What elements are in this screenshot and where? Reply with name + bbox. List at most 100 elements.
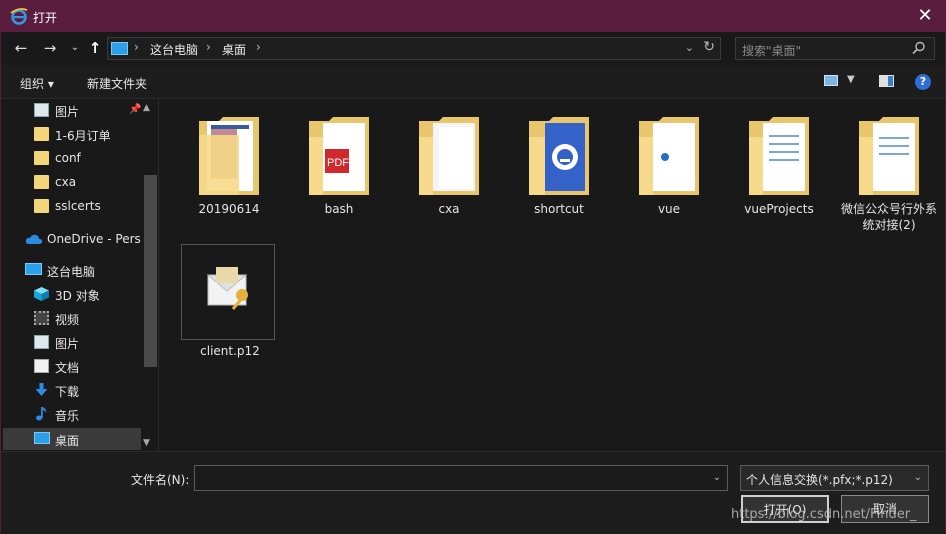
open-file-dialog: 打开 ✕ ← → ⌄ ↑ › 这台电脑 › 桌面 › ⌄ ↻ 搜索"桌面" 组织… (0, 0, 946, 534)
pin-icon[interactable]: 📌 (129, 104, 141, 115)
watermark-text: https://blog.csdn.net/Finder_ (731, 507, 917, 522)
refresh-icon[interactable]: ↻ (703, 39, 715, 55)
sidebar-item-label: cxa (55, 175, 77, 189)
forward-icon[interactable]: → (41, 39, 59, 57)
sidebar-item-label: 音乐 (55, 409, 80, 423)
search-box[interactable]: 搜索"桌面" (735, 37, 935, 60)
file-label: cxa (438, 202, 460, 216)
sidebar-item-label: OneDrive - Perso (47, 232, 141, 246)
breadcrumb-separator-icon[interactable]: › (134, 40, 139, 54)
sidebar-item-label: sslcerts (55, 199, 101, 213)
sidebar-item-cxa[interactable]: cxa (3, 171, 141, 193)
up-icon[interactable]: ↑ (86, 39, 104, 57)
sidebar-item-label: 1-6月订单 (55, 129, 111, 143)
address-dropdown-icon[interactable]: ⌄ (685, 41, 694, 54)
sidebar-scroll-up-icon[interactable]: ▲ (143, 103, 150, 113)
window-title: 打开 (33, 11, 58, 25)
close-icon[interactable]: ✕ (915, 5, 935, 27)
breadcrumb-this-pc[interactable]: 这台电脑 (150, 41, 198, 58)
filename-input[interactable]: ⌄ (194, 465, 728, 491)
sidebar-item-label: 3D 对象 (55, 289, 100, 303)
sidebar-item-orders[interactable]: 1-6月订单 (3, 123, 141, 145)
breadcrumb-separator-icon[interactable]: › (206, 40, 211, 54)
sidebar-item-label: 图片 (55, 337, 80, 351)
filename-label: 文件名(N): (131, 473, 190, 487)
folder-item-bash[interactable]: PDF bash (291, 115, 387, 225)
file-type-dropdown-icon[interactable]: ⌄ (914, 472, 922, 483)
search-icon[interactable] (912, 41, 926, 55)
new-folder-button[interactable]: 新建文件夹 (87, 75, 147, 92)
search-placeholder[interactable]: 搜索"桌面" (742, 42, 801, 59)
preview-pane-icon[interactable] (879, 75, 894, 87)
folder-icon (34, 151, 49, 165)
sidebar-item-label: 视频 (55, 313, 80, 327)
sidebar-item-label: 文档 (55, 361, 80, 375)
folder-with-file-icon (639, 117, 699, 195)
folder-icon (34, 199, 49, 213)
this-pc-icon (25, 263, 42, 275)
file-label: 20190614 (198, 202, 260, 216)
breadcrumb-separator-icon[interactable]: › (256, 40, 261, 54)
filename-dropdown-icon[interactable]: ⌄ (713, 472, 721, 483)
title-bar: 打开 ✕ (1, 1, 945, 32)
file-list: 20190614 PDF bash cxa shortcut vue vuePr… (161, 99, 945, 451)
videos-icon (34, 311, 49, 325)
sidebar-item-music[interactable]: 音乐 (3, 403, 141, 425)
sidebar-item-documents[interactable]: 文档 (3, 355, 141, 377)
sidebar-item-this-pc[interactable]: 这台电脑 (3, 259, 141, 281)
file-label: shortcut (534, 202, 584, 216)
breadcrumb-desktop[interactable]: 桌面 (222, 41, 246, 58)
folder-item-shortcut[interactable]: shortcut (511, 115, 607, 225)
folder-with-docs-icon (749, 117, 809, 195)
file-label: bash (324, 202, 354, 216)
help-icon[interactable]: ? (915, 74, 931, 90)
recent-locations-chevron-icon[interactable]: ⌄ (66, 39, 84, 57)
folder-item-vueprojects[interactable]: vueProjects (731, 115, 827, 225)
navigation-pane: 图片 📌 1-6月订单 conf cxa sslcerts OneDrive -… (1, 99, 159, 451)
sidebar-item-onedrive[interactable]: OneDrive - Perso (3, 228, 141, 250)
folder-with-docs-icon (859, 117, 919, 195)
pictures-icon (34, 335, 49, 349)
3d-objects-icon (34, 287, 49, 301)
folder-item-20190614[interactable]: 20190614 (181, 115, 277, 225)
command-toolbar: 组织 ▾ 新建文件夹 ▼ ? (1, 65, 945, 99)
folder-icon (34, 127, 49, 141)
navigation-bar: ← → ⌄ ↑ › 这台电脑 › 桌面 › ⌄ ↻ 搜索"桌面" (1, 32, 945, 65)
sidebar-item-pictures-quick[interactable]: 图片 📌 (3, 99, 141, 121)
sidebar-item-label: 下载 (55, 385, 80, 399)
sidebar-item-downloads[interactable]: 下载 (3, 379, 141, 401)
internet-explorer-icon (10, 8, 28, 25)
view-options-chevron-icon[interactable]: ▼ (847, 74, 855, 85)
folder-icon (419, 117, 479, 195)
folder-item-wechat[interactable]: 微信公众号行外系统对接(2) (841, 115, 937, 241)
change-view-icon[interactable] (824, 75, 838, 86)
folder-item-vue[interactable]: vue (621, 115, 717, 225)
sidebar-item-label: 图片 (55, 105, 80, 119)
sidebar-item-sslcerts[interactable]: sslcerts (3, 195, 141, 217)
pictures-icon (34, 103, 49, 117)
sidebar-item-desktop[interactable]: 桌面 (3, 428, 141, 450)
sidebar-scroll-down-icon[interactable]: ▼ (143, 438, 150, 448)
folder-item-cxa[interactable]: cxa (401, 115, 497, 225)
address-bar[interactable]: › 这台电脑 › 桌面 › ⌄ ↻ (107, 37, 721, 60)
file-item-client-p12[interactable]: client.p12 (181, 244, 275, 358)
file-type-select[interactable]: 个人信息交换(*.pfx;*.p12) ⌄ (740, 465, 929, 491)
back-icon[interactable]: ← (12, 39, 30, 57)
sidebar-item-conf[interactable]: conf (3, 147, 141, 169)
svg-text:PDF: PDF (327, 157, 349, 169)
file-label: vueProjects (744, 202, 814, 216)
downloads-icon (35, 383, 48, 396)
file-type-value[interactable]: 个人信息交换(*.pfx;*.p12) (746, 471, 893, 488)
sidebar-scrollbar-thumb[interactable] (144, 175, 157, 367)
sidebar-item-label: 这台电脑 (47, 265, 96, 279)
file-label: client.p12 (200, 344, 260, 358)
sidebar-item-videos[interactable]: 视频 (3, 307, 141, 329)
onedrive-icon (25, 234, 43, 244)
sidebar-item-pictures[interactable]: 图片 (3, 331, 141, 353)
music-icon (36, 407, 47, 421)
folder-with-app-icon (529, 117, 589, 195)
sidebar-item-3d-objects[interactable]: 3D 对象 (3, 283, 141, 305)
sidebar-item-label: conf (55, 151, 81, 165)
organize-button[interactable]: 组织 ▾ (20, 75, 54, 92)
desktop-icon (34, 432, 50, 444)
